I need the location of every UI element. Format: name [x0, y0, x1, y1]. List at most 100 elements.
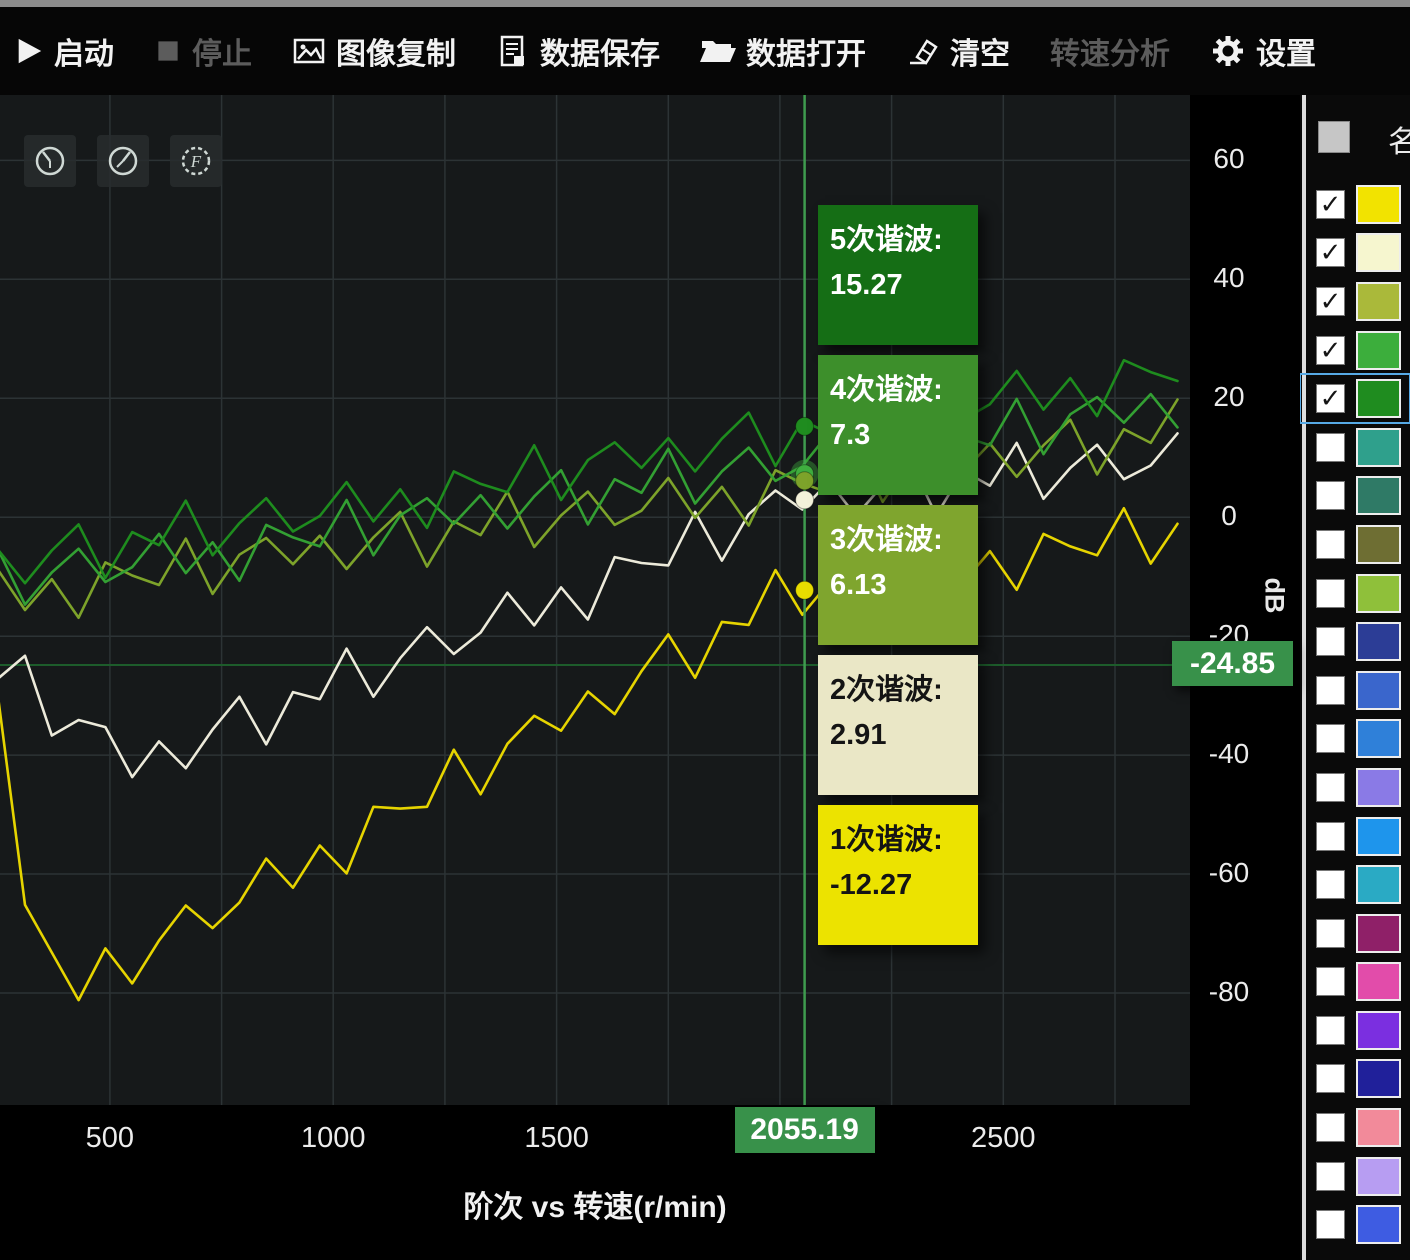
series-color-swatch[interactable]: [1356, 1108, 1401, 1147]
series-color-swatch[interactable]: [1356, 1059, 1401, 1098]
series-visibility-checkbox[interactable]: [1316, 433, 1345, 462]
series-visibility-checkbox[interactable]: [1316, 1016, 1345, 1045]
series-color-swatch[interactable]: [1356, 379, 1401, 418]
series-color-swatch[interactable]: [1356, 428, 1401, 467]
legend-row[interactable]: [1300, 958, 1410, 1007]
legend-row[interactable]: ✓: [1300, 229, 1410, 278]
series-color-swatch[interactable]: [1356, 1205, 1401, 1244]
toolbar-button-stop: 停止: [154, 29, 252, 73]
y-tick-label: 0: [1194, 500, 1264, 532]
series-visibility-checkbox[interactable]: [1316, 870, 1345, 899]
play-icon: [14, 36, 44, 66]
series-color-swatch[interactable]: [1356, 233, 1401, 272]
chart-canvas[interactable]: [0, 95, 1190, 1105]
series-visibility-checkbox[interactable]: ✓: [1316, 336, 1345, 365]
cursor-marker: [796, 417, 814, 435]
series-visibility-checkbox[interactable]: ✓: [1316, 190, 1345, 219]
toolbar-button-data-save[interactable]: 数据保存: [496, 29, 660, 73]
legend-row[interactable]: [1300, 1152, 1410, 1201]
image-copy-icon: [292, 34, 326, 68]
series-color-swatch[interactable]: [1356, 331, 1401, 370]
cursor-marker: [796, 581, 814, 599]
series-color-swatch[interactable]: [1356, 768, 1401, 807]
legend-row[interactable]: [1300, 715, 1410, 764]
series-color-swatch[interactable]: [1356, 671, 1401, 710]
series-color-swatch[interactable]: [1356, 476, 1401, 515]
series-visibility-checkbox[interactable]: [1316, 724, 1345, 753]
toolbar-button-clear[interactable]: 清空: [906, 29, 1010, 73]
chart-area[interactable]: F: [0, 95, 1190, 1105]
legend-row[interactable]: ✓: [1300, 277, 1410, 326]
series-line: [0, 400, 1178, 618]
cursor-marker: [796, 472, 814, 490]
x-tick-label: 2500: [971, 1122, 1036, 1155]
data-open-icon: [700, 34, 736, 68]
legend-row[interactable]: ✓: [1300, 374, 1410, 423]
series-color-swatch[interactable]: [1356, 1157, 1401, 1196]
series-visibility-checkbox[interactable]: ✓: [1316, 287, 1345, 316]
app-window: 启动停止图像复制数据保存数据打开清空转速分析设置 F 5001000150020…: [0, 0, 1410, 1260]
series-color-swatch[interactable]: [1356, 1011, 1401, 1050]
series-visibility-checkbox[interactable]: [1316, 1064, 1345, 1093]
series-color-swatch[interactable]: [1356, 719, 1401, 758]
toolbar-button-start[interactable]: 启动: [14, 29, 114, 73]
series-visibility-checkbox[interactable]: [1316, 822, 1345, 851]
legend-row[interactable]: [1300, 617, 1410, 666]
legend-row[interactable]: [1300, 1006, 1410, 1055]
series-color-swatch[interactable]: [1356, 817, 1401, 856]
series-visibility-checkbox[interactable]: [1316, 627, 1345, 656]
series-visibility-checkbox[interactable]: [1316, 481, 1345, 510]
y-tick-label: -60: [1194, 857, 1264, 889]
series-line: [0, 508, 1178, 1000]
toolbar-button-label: 停止: [192, 29, 252, 73]
legend-row[interactable]: [1300, 909, 1410, 958]
series-color-swatch[interactable]: [1356, 914, 1401, 953]
legend-row[interactable]: ✓: [1300, 326, 1410, 375]
legend-row[interactable]: [1300, 812, 1410, 861]
y-tick-label: 20: [1194, 381, 1264, 413]
gauge-tool-button-2[interactable]: [97, 135, 149, 187]
series-visibility-checkbox[interactable]: [1316, 919, 1345, 948]
legend-row[interactable]: [1300, 1200, 1410, 1249]
series-color-swatch[interactable]: [1356, 185, 1401, 224]
series-color-swatch[interactable]: [1356, 962, 1401, 1001]
series-visibility-checkbox[interactable]: [1316, 967, 1345, 996]
series-color-swatch[interactable]: [1356, 622, 1401, 661]
toolbar-button-image-copy[interactable]: 图像复制: [292, 29, 456, 73]
series-color-swatch[interactable]: [1356, 282, 1401, 321]
gauge-tool-button-1[interactable]: [24, 135, 76, 187]
legend-row[interactable]: [1300, 520, 1410, 569]
series-color-swatch[interactable]: [1356, 574, 1401, 613]
toolbar-button-label: 启动: [54, 29, 114, 73]
legend-row[interactable]: [1300, 1103, 1410, 1152]
function-tool-button[interactable]: F: [170, 135, 222, 187]
legend-row[interactable]: [1300, 666, 1410, 715]
series-visibility-checkbox[interactable]: [1316, 530, 1345, 559]
legend-row[interactable]: [1300, 472, 1410, 521]
series-visibility-checkbox[interactable]: [1316, 773, 1345, 802]
series-visibility-checkbox[interactable]: ✓: [1316, 384, 1345, 413]
x-tick-label: 1000: [301, 1122, 366, 1155]
legend-row[interactable]: [1300, 860, 1410, 909]
series-visibility-checkbox[interactable]: [1316, 1113, 1345, 1142]
series-color-swatch[interactable]: [1356, 525, 1401, 564]
legend-header-checkbox[interactable]: [1318, 121, 1350, 153]
y-tick-label: -40: [1194, 738, 1264, 770]
series-visibility-checkbox[interactable]: [1316, 676, 1345, 705]
series-visibility-checkbox[interactable]: [1316, 1162, 1345, 1191]
toolbar-button-label: 图像复制: [336, 29, 456, 73]
series-color-swatch[interactable]: [1356, 865, 1401, 904]
legend-row[interactable]: [1300, 423, 1410, 472]
y-tick-label: 60: [1194, 143, 1264, 175]
legend-row[interactable]: [1300, 763, 1410, 812]
series-visibility-checkbox[interactable]: ✓: [1316, 238, 1345, 267]
toolbar-button-label: 设置: [1256, 29, 1316, 73]
series-visibility-checkbox[interactable]: [1316, 579, 1345, 608]
cursor-y-value-label: -24.85: [1172, 641, 1293, 686]
legend-row[interactable]: [1300, 569, 1410, 618]
series-line: [0, 394, 1178, 604]
legend-row[interactable]: ✓: [1300, 180, 1410, 229]
series-visibility-checkbox[interactable]: [1316, 1210, 1345, 1239]
toolbar-button-data-open[interactable]: 数据打开: [700, 29, 866, 73]
legend-row[interactable]: [1300, 1055, 1410, 1104]
